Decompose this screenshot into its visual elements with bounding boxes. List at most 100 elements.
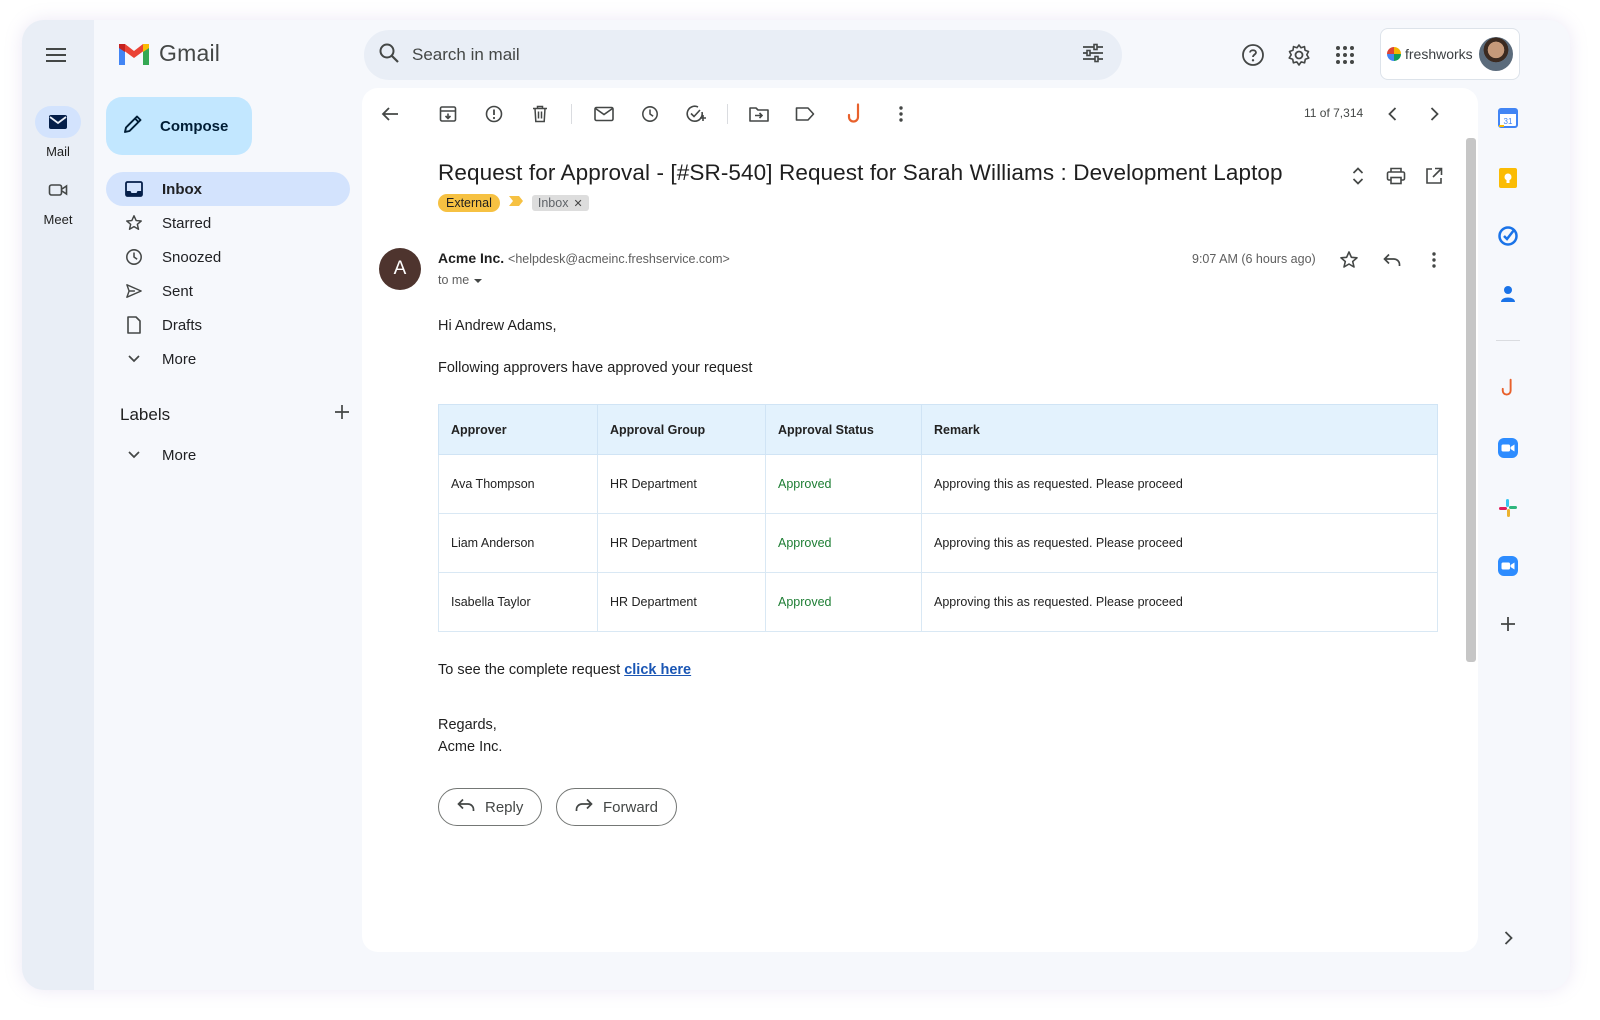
apps-grid-icon[interactable] — [1332, 42, 1358, 68]
recipient-details[interactable]: to me — [438, 273, 483, 287]
approver-cell: Liam Anderson — [438, 513, 598, 573]
open-new-window-icon[interactable] — [1422, 164, 1446, 188]
search-icon[interactable] — [378, 42, 400, 69]
report-spam-icon[interactable] — [482, 102, 506, 126]
freshservice-addon-icon[interactable] — [1496, 376, 1520, 400]
sidebar-item-label: Starred — [162, 214, 212, 232]
group-cell: HR Department — [597, 454, 766, 514]
print-icon[interactable] — [1384, 164, 1408, 188]
chevron-down-icon — [124, 349, 144, 369]
table-row: Liam Anderson HR Department Approved App… — [438, 513, 1438, 573]
compose-button[interactable]: Compose — [106, 97, 252, 155]
account-switcher[interactable]: freshworks — [1380, 28, 1520, 80]
rail-meet[interactable]: Meet — [22, 174, 94, 227]
help-icon[interactable] — [1240, 42, 1266, 68]
sidebar-item-inbox[interactable]: Inbox — [106, 172, 350, 206]
regards-text: Regards, — [438, 717, 497, 733]
sidebar-item-snoozed[interactable]: Snoozed — [106, 240, 350, 274]
star-message-icon[interactable] — [1337, 248, 1361, 272]
message-scrollbar[interactable] — [1466, 138, 1476, 662]
send-icon — [124, 281, 144, 301]
received-time: 9:07 AM (6 hours ago) — [1192, 252, 1316, 266]
app-rail: Mail Meet — [22, 20, 94, 990]
forward-label: Forward — [603, 798, 659, 816]
freshservice-hook-icon[interactable] — [843, 102, 867, 126]
reply-arrow-icon[interactable] — [1380, 248, 1404, 272]
message-more-vert-icon[interactable] — [1422, 248, 1446, 272]
chevron-down-icon — [124, 445, 144, 465]
snooze-clock-icon[interactable] — [638, 102, 662, 126]
reply-icon — [457, 798, 475, 816]
labels-more[interactable]: More — [106, 438, 350, 472]
rail-mail[interactable]: Mail — [22, 106, 94, 159]
rail-mail-label: Mail — [46, 144, 70, 159]
move-to-folder-icon[interactable] — [747, 102, 771, 126]
forward-icon — [575, 798, 593, 816]
approver-cell: Ava Thompson — [438, 454, 598, 514]
sidebar-item-label: Inbox — [162, 180, 202, 198]
sender-name[interactable]: Acme Inc. — [438, 250, 504, 266]
add-label-icon[interactable] — [334, 404, 350, 425]
search-input[interactable] — [412, 30, 1082, 80]
column-header: Approval Group — [597, 404, 766, 455]
expand-collapse-icon[interactable] — [1346, 164, 1370, 188]
forward-button[interactable]: Forward — [556, 788, 678, 826]
back-arrow-icon[interactable] — [378, 102, 402, 126]
column-header: Approver — [438, 404, 598, 455]
zoom-video-icon[interactable] — [1496, 436, 1520, 460]
approvers-table: Approver Approval Group Approval Status … — [438, 404, 1438, 632]
settings-gear-icon[interactable] — [1286, 42, 1312, 68]
archive-icon[interactable] — [436, 102, 460, 126]
labels-more-label: More — [162, 446, 197, 464]
calendar-icon[interactable]: 31 — [1496, 106, 1520, 130]
reply-button[interactable]: Reply — [438, 788, 543, 826]
sidebar-item-drafts[interactable]: Drafts — [106, 308, 350, 342]
sidebar-item-more[interactable]: More — [106, 342, 350, 376]
sender-avatar[interactable]: A — [379, 248, 421, 290]
approver-cell: Isabella Taylor — [438, 572, 598, 632]
gmail-m-icon — [119, 43, 149, 65]
account-org: freshworks — [1405, 46, 1473, 62]
more-vert-icon[interactable] — [889, 102, 913, 126]
to-me-label: to me — [438, 273, 470, 287]
keep-notes-icon[interactable] — [1496, 166, 1520, 190]
newer-chevron-left-icon[interactable] — [1380, 102, 1404, 126]
mark-unread-icon[interactable] — [592, 102, 616, 126]
see-request-line: To see the complete request click here — [438, 662, 691, 678]
label-tag-icon[interactable] — [793, 102, 817, 126]
importance-marker-icon[interactable] — [508, 194, 524, 212]
table-header-row: Approver Approval Group Approval Status … — [438, 404, 1438, 455]
click-here-link[interactable]: click here — [624, 662, 691, 678]
inbox-chip-label: Inbox — [537, 196, 569, 210]
get-addons-plus-icon[interactable] — [1496, 612, 1520, 636]
main-menu-icon[interactable] — [44, 44, 68, 68]
draft-file-icon — [124, 315, 144, 335]
sidebar-item-label: Drafts — [162, 316, 203, 334]
sidebar-item-sent[interactable]: Sent — [106, 274, 350, 308]
older-chevron-right-icon[interactable] — [1422, 102, 1446, 126]
sender-line: Acme Inc. <helpdesk@acmeinc.freshservice… — [438, 250, 730, 266]
show-side-panel-chevron-icon[interactable] — [1496, 926, 1520, 950]
tasks-icon[interactable] — [1496, 224, 1520, 248]
gmail-logo[interactable]: Gmail — [117, 40, 220, 67]
svg-text:31: 31 — [1504, 117, 1513, 126]
delete-trash-icon[interactable] — [528, 102, 552, 126]
status-cell: Approved — [765, 572, 922, 632]
inbox-chip: Inbox ✕ — [531, 195, 589, 211]
gmail-window: Mail Meet Gmail Search in mail freshwork… — [22, 20, 1570, 990]
email-subject: Request for Approval - [#SR-540] Request… — [438, 160, 1283, 185]
sidebar-item-label: Sent — [162, 282, 193, 300]
see-request-text: To see the complete request — [438, 662, 625, 678]
message-view: 11 of 7,314 Request for Approval - [#SR-… — [362, 88, 1478, 952]
remove-label-x-icon[interactable]: ✕ — [573, 197, 582, 210]
search-options-icon[interactable] — [1082, 43, 1104, 68]
column-header: Approval Status — [765, 404, 922, 455]
search-bar[interactable] — [364, 30, 1122, 80]
zoom-video-icon-2[interactable] — [1496, 554, 1520, 578]
add-to-tasks-icon[interactable] — [684, 102, 708, 126]
contacts-icon[interactable] — [1496, 282, 1520, 306]
pagination-count: 11 of 7,314 — [1304, 106, 1364, 120]
sidebar-item-starred[interactable]: Starred — [106, 206, 350, 240]
email-greeting: Hi Andrew Adams, — [438, 318, 557, 334]
slack-icon[interactable] — [1496, 496, 1520, 520]
